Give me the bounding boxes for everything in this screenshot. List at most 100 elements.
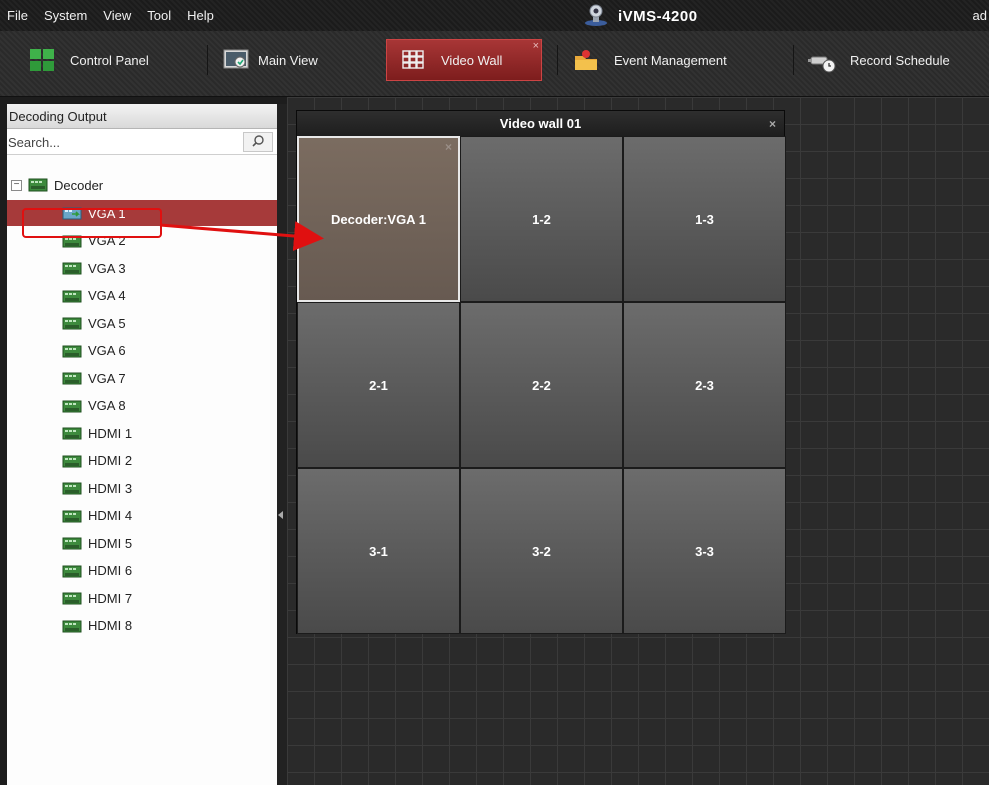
tree-item[interactable]: HDMI 7: [7, 585, 277, 611]
highlight-box: [22, 208, 162, 238]
control-panel-icon: [28, 46, 56, 74]
menu-help[interactable]: Help: [179, 8, 222, 23]
wall-cell-label: Decoder:VGA 1: [331, 211, 426, 227]
search-box: [7, 129, 277, 155]
tab-close-icon[interactable]: ×: [533, 40, 539, 52]
menu-file[interactable]: File: [0, 8, 36, 23]
app-title: iVMS-4200: [584, 4, 698, 29]
tree-item[interactable]: VGA 8: [7, 393, 277, 419]
decoding-output-panel: Decoding Output − Decoder VGA 1VG: [7, 104, 277, 785]
menu-system[interactable]: System: [36, 8, 95, 23]
wall-cell[interactable]: 3-1: [297, 468, 460, 634]
decoder-icon: [28, 177, 48, 193]
search-button[interactable]: [243, 132, 273, 152]
wall-cell-label: 1-2: [532, 211, 551, 227]
tab-video-wall[interactable]: Video Wall ×: [386, 39, 542, 81]
tree-item-label: HDMI 4: [88, 508, 133, 523]
tab-label: Main View: [258, 52, 318, 68]
wall-cell[interactable]: Decoder:VGA 1 ×: [297, 136, 460, 302]
tab-control-panel[interactable]: Control Panel: [28, 39, 149, 81]
menu-view[interactable]: View: [95, 8, 139, 23]
tree-item-label: HDMI 1: [88, 425, 133, 441]
tree-item-label: HDMI 8: [88, 618, 133, 633]
tree-item[interactable]: HDMI 5: [7, 530, 277, 556]
panel-title: Decoding Output: [7, 104, 277, 129]
tab-divider: [207, 45, 208, 75]
wall-cell-label: 1-3: [695, 211, 714, 227]
decoder-output-icon: [62, 453, 82, 469]
user-name[interactable]: ad: [973, 8, 987, 23]
decoder-output-icon: [62, 508, 82, 524]
app-title-text: iVMS-4200: [618, 8, 698, 25]
wall-cell[interactable]: 2-3: [623, 302, 786, 468]
decoder-output-icon: [62, 343, 82, 359]
tab-main-view[interactable]: Main View: [222, 39, 318, 81]
decoder-output-icon: [62, 398, 82, 414]
tab-label: Video Wall: [441, 52, 503, 68]
decoder-output-icon: [62, 618, 82, 634]
wall-cell[interactable]: 1-2: [460, 136, 623, 302]
event-management-icon: [572, 46, 600, 74]
menu-tool[interactable]: Tool: [139, 8, 179, 23]
tab-label: Control Panel: [70, 52, 149, 68]
tree-item-label: VGA 7: [88, 370, 126, 386]
tree-item-label: HDMI 3: [88, 480, 133, 496]
tab-label: Record Schedule: [850, 52, 950, 68]
tab-event-management[interactable]: Event Management: [572, 39, 727, 81]
tree-item[interactable]: VGA 4: [7, 283, 277, 309]
tree-item[interactable]: VGA 6: [7, 338, 277, 364]
close-icon[interactable]: ×: [445, 140, 452, 154]
wall-cell-label: 2-3: [695, 377, 714, 393]
tab-divider: [557, 45, 558, 75]
tree-item[interactable]: VGA 5: [7, 310, 277, 336]
tree-item[interactable]: HDMI 3: [7, 475, 277, 501]
video-wall-titlebar: Video wall 01 ×: [297, 111, 784, 136]
tree-item[interactable]: HDMI 4: [7, 503, 277, 529]
video-wall-window: Video wall 01 × Decoder:VGA 1 × 1-2 1-3 …: [296, 110, 786, 634]
decoder-output-icon: [62, 563, 82, 579]
tree-item-label: VGA 6: [88, 343, 126, 358]
close-icon[interactable]: ×: [769, 117, 776, 131]
tree-item-label: HDMI 5: [88, 535, 133, 551]
video-wall-icon: [399, 46, 427, 74]
module-tab-bar: Control Panel Main View Video Wall × Eve…: [0, 31, 989, 97]
video-wall-title: Video wall 01: [499, 116, 582, 131]
tab-label: Event Management: [614, 52, 727, 68]
tree-item[interactable]: HDMI 1: [7, 420, 277, 446]
collapse-panel-arrow-icon[interactable]: [278, 511, 283, 519]
wall-cell-label: 3-3: [695, 543, 714, 559]
wall-cell-label: 3-2: [532, 543, 551, 559]
tree-item-label: VGA 3: [88, 260, 126, 276]
tab-divider: [793, 45, 794, 75]
decoder-output-icon: [62, 315, 82, 331]
wall-cell[interactable]: 1-3: [623, 136, 786, 302]
tree-item-label: HDMI 6: [88, 563, 133, 578]
wall-cell[interactable]: 2-2: [460, 302, 623, 468]
search-input[interactable]: [7, 132, 243, 152]
tree-item-label: HDMI 2: [88, 453, 133, 468]
decoder-output-icon: [62, 260, 82, 276]
tab-record-schedule[interactable]: Record Schedule: [808, 39, 950, 81]
tree-item[interactable]: VGA 7: [7, 365, 277, 391]
decoder-output-icon: [62, 535, 82, 551]
tree-item-label: VGA 5: [88, 315, 126, 331]
tree-item-label: VGA 8: [88, 398, 126, 413]
tree-item[interactable]: HDMI 6: [7, 558, 277, 584]
tree-item[interactable]: HDMI 2: [7, 448, 277, 474]
search-icon: [251, 134, 265, 151]
panel-splitter[interactable]: [277, 104, 287, 785]
decoder-output-icon: [62, 370, 82, 386]
collapse-icon[interactable]: −: [11, 179, 22, 191]
wall-cell-label: 3-1: [369, 543, 388, 559]
wall-cell[interactable]: 3-2: [460, 468, 623, 634]
wall-cell-label: 2-2: [532, 377, 551, 393]
tree-root-decoder[interactable]: − Decoder: [7, 172, 277, 198]
tree-root-label: Decoder: [54, 177, 104, 193]
tree-item[interactable]: VGA 3: [7, 255, 277, 281]
wall-cell[interactable]: 3-3: [623, 468, 786, 634]
tree-item-label: HDMI 7: [88, 590, 133, 606]
main-view-icon: [222, 46, 250, 74]
tree-item[interactable]: HDMI 8: [7, 613, 277, 639]
wall-cell[interactable]: 2-1: [297, 302, 460, 468]
camera-logo-icon: [584, 4, 608, 29]
